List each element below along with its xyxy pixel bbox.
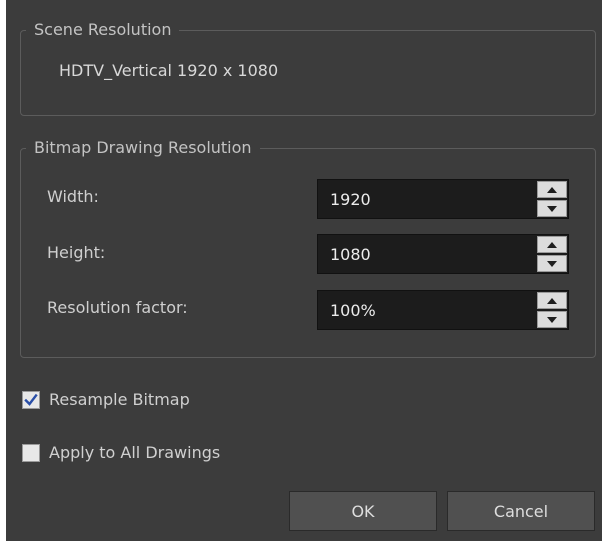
arrow-up-icon — [547, 297, 557, 304]
resolution-factor-decrement-button[interactable] — [537, 311, 567, 328]
height-label: Height: — [47, 243, 106, 262]
arrow-down-icon — [547, 316, 557, 323]
apply-all-drawings-option[interactable]: Apply to All Drawings — [22, 442, 220, 464]
scene-resolution-group: Scene Resolution HDTV_Vertical 1920 x 10… — [20, 19, 596, 116]
width-input[interactable]: 1920 — [330, 189, 371, 211]
cancel-button[interactable]: Cancel — [447, 491, 595, 531]
bitmap-resolution-title: Bitmap Drawing Resolution — [26, 137, 260, 159]
width-spin-buttons — [537, 181, 567, 217]
resolution-factor-spin-buttons — [537, 292, 567, 328]
bitmap-resolution-group: Bitmap Drawing Resolution Width: 1920 He… — [20, 137, 596, 358]
resolution-factor-input[interactable]: 100% — [330, 300, 376, 322]
height-increment-button[interactable] — [537, 236, 567, 253]
checkmark-icon — [24, 393, 38, 406]
width-increment-button[interactable] — [537, 181, 567, 198]
arrow-down-icon — [547, 260, 557, 267]
resample-bitmap-option[interactable]: Resample Bitmap — [22, 389, 190, 411]
bitmap-resolution-dialog: Scene Resolution HDTV_Vertical 1920 x 10… — [6, 0, 602, 541]
scene-resolution-value: HDTV_Vertical 1920 x 1080 — [59, 61, 279, 80]
resolution-factor-spinbox[interactable]: 100% — [317, 290, 569, 330]
height-decrement-button[interactable] — [537, 255, 567, 272]
resample-bitmap-checkbox[interactable] — [22, 391, 40, 409]
apply-all-drawings-checkbox[interactable] — [22, 444, 40, 462]
ok-button[interactable]: OK — [289, 491, 437, 531]
width-decrement-button[interactable] — [537, 200, 567, 217]
arrow-down-icon — [547, 205, 557, 212]
resolution-factor-label: Resolution factor: — [47, 298, 188, 317]
resolution-factor-increment-button[interactable] — [537, 292, 567, 309]
resample-bitmap-label[interactable]: Resample Bitmap — [49, 389, 190, 411]
arrow-up-icon — [547, 186, 557, 193]
width-label: Width: — [47, 187, 99, 206]
arrow-up-icon — [547, 241, 557, 248]
height-spin-buttons — [537, 236, 567, 272]
width-spinbox[interactable]: 1920 — [317, 179, 569, 219]
scene-resolution-title: Scene Resolution — [26, 19, 180, 41]
apply-all-drawings-label[interactable]: Apply to All Drawings — [49, 442, 220, 464]
height-input[interactable]: 1080 — [330, 244, 371, 266]
height-spinbox[interactable]: 1080 — [317, 234, 569, 274]
